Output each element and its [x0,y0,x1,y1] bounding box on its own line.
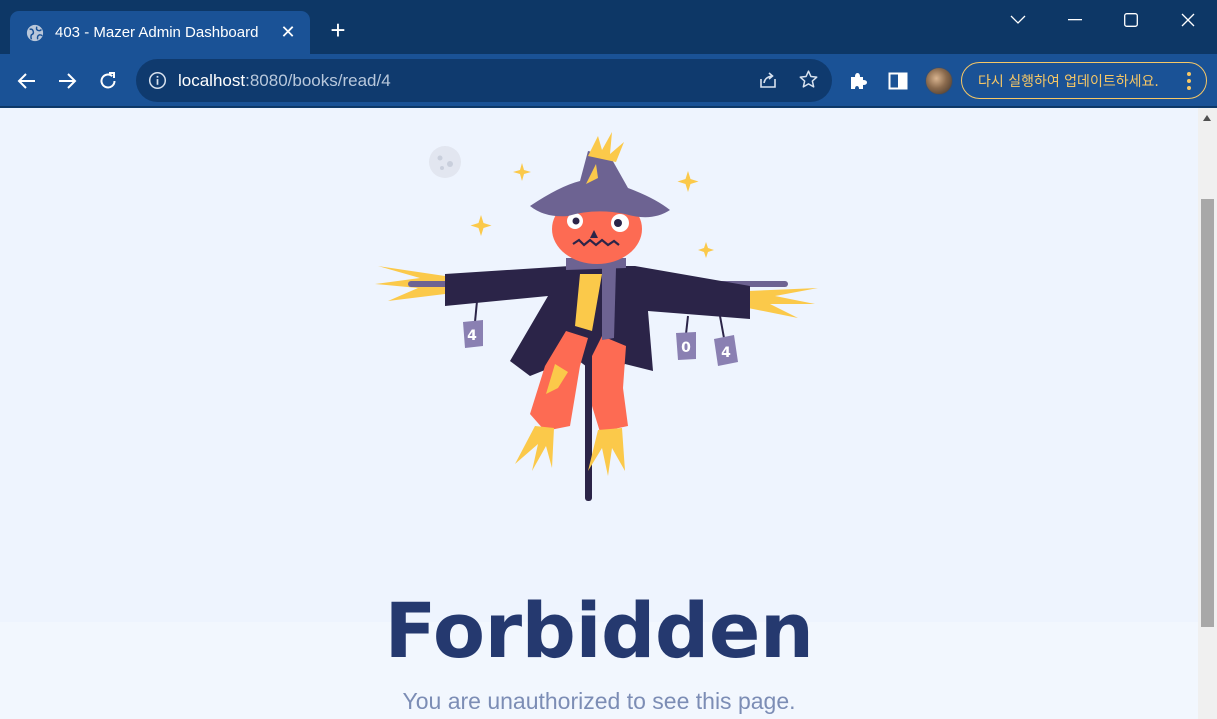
new-tab-button[interactable]: + [326,17,350,43]
page-title: Forbidden [384,586,814,675]
can-label-4-left: 4 [467,328,477,344]
browser-tab[interactable]: 403 - Mazer Admin Dashboard ✕ [10,11,310,54]
tab-title: 403 - Mazer Admin Dashboard [55,24,259,41]
close-window-icon[interactable] [1174,8,1202,32]
tab-search-icon[interactable] [1004,8,1032,32]
globe-icon [26,24,44,41]
maximize-icon[interactable] [1117,8,1145,32]
avatar[interactable] [925,67,953,95]
can-label-4-right: 4 [721,345,731,361]
minimize-icon[interactable] [1061,8,1089,32]
can-label-0: 0 [681,340,691,356]
browser-toolbar: localhost:8080/books/read/4 다시 실행하여 업데이트… [0,54,1217,107]
kebab-menu-icon[interactable] [1186,71,1192,91]
page-content: 4 0 4 Forbidden You are unauthorized to … [0,108,1198,719]
scarecrow-illustration: 4 0 4 [375,132,818,501]
share-icon[interactable] [758,70,778,90]
star-icon[interactable] [798,69,819,90]
scrollbar-thumb[interactable] [1201,199,1214,627]
vertical-scrollbar[interactable] [1198,108,1217,719]
forward-arrow-icon[interactable] [54,68,80,94]
url-text[interactable]: localhost:8080/books/read/4 [178,71,391,91]
browser-title-bar: 403 - Mazer Admin Dashboard ✕ + [0,0,1217,54]
info-icon[interactable] [148,71,167,90]
url-host: localhost [178,71,246,90]
url-path: :8080/books/read/4 [245,71,391,90]
side-panel-icon[interactable] [885,68,911,94]
reload-icon[interactable] [95,68,121,94]
scroll-up-arrow-icon[interactable] [1203,115,1211,121]
back-arrow-icon[interactable] [14,68,40,94]
update-button[interactable]: 다시 실행하여 업데이트하세요. [961,62,1207,99]
puzzle-icon[interactable] [845,68,871,94]
update-button-label: 다시 실행하여 업데이트하세요. [978,73,1159,90]
tab-close-icon[interactable]: ✕ [278,22,298,43]
address-bar[interactable]: localhost:8080/books/read/4 [136,59,832,102]
page-subtitle: You are unauthorized to see this page. [402,688,796,714]
